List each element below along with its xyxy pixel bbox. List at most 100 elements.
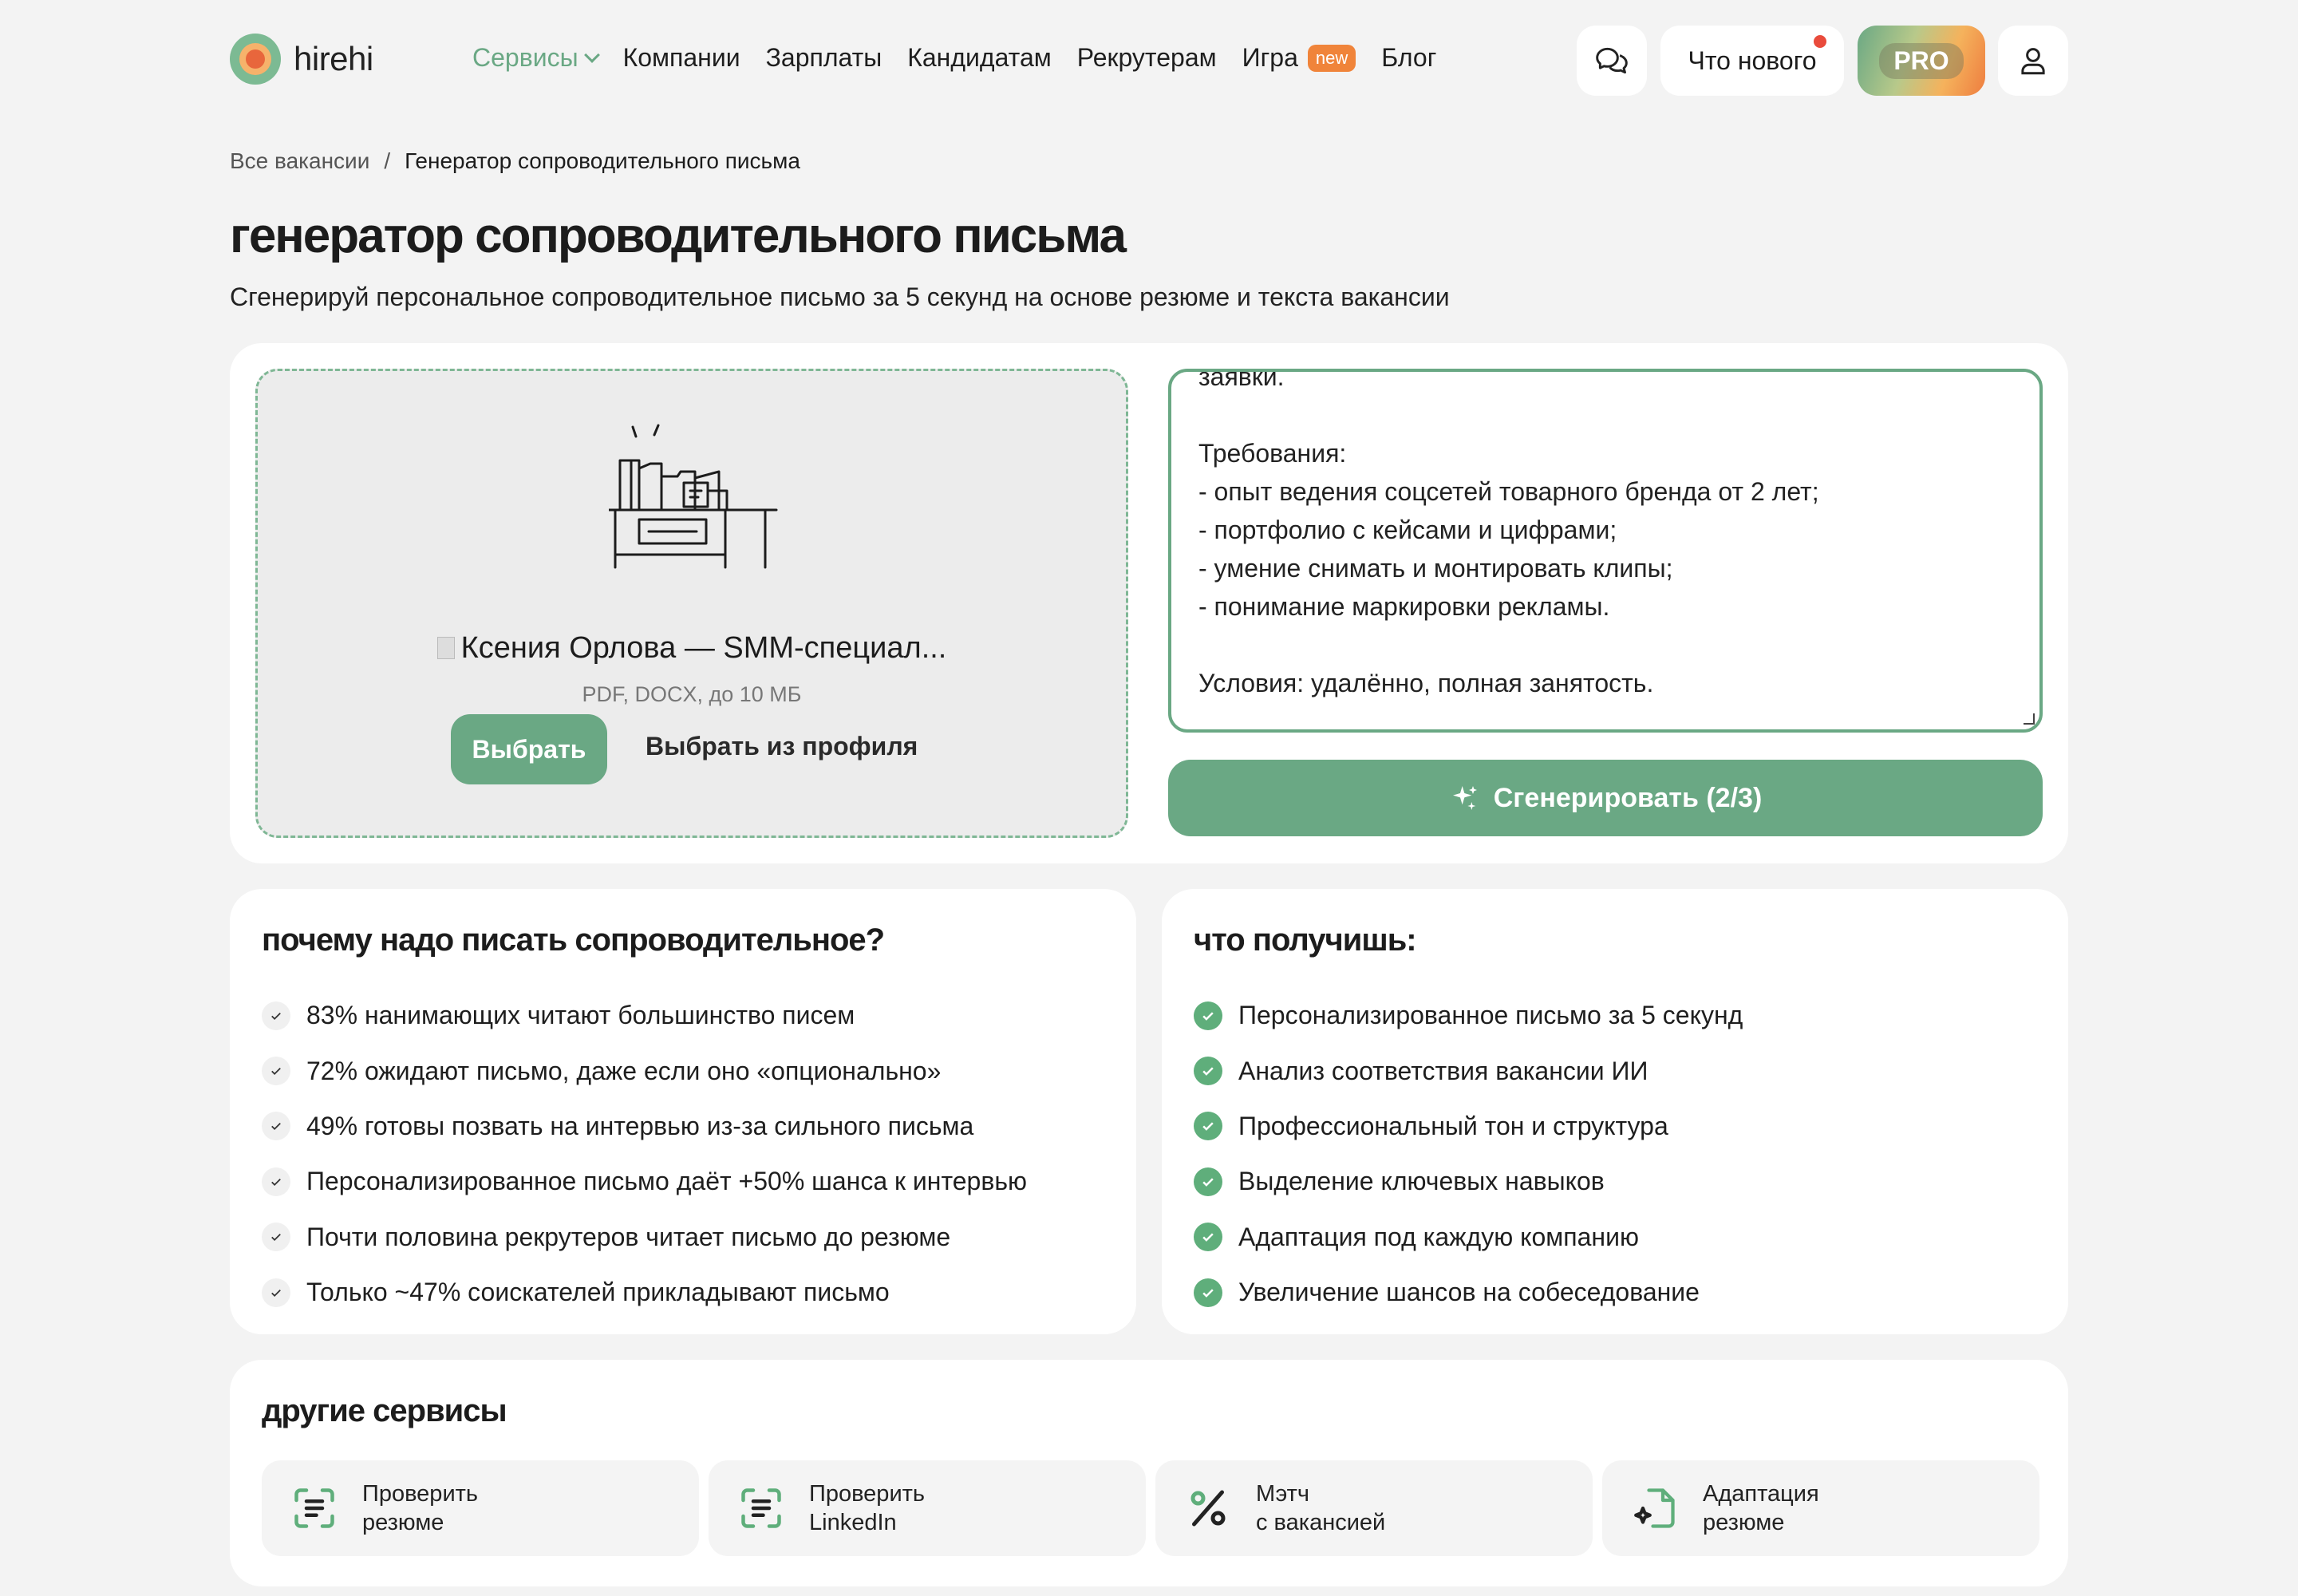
nav-services[interactable]: Сервисы: [472, 43, 600, 73]
file-icon: [436, 637, 455, 659]
list-item: Профессиональный тон и структура: [1194, 1099, 1743, 1154]
benefit-item-text: Персонализированное письмо за 5 секунд: [1238, 1001, 1743, 1030]
service-label-line2: LinkedIn: [809, 1510, 897, 1535]
page-title: генератор сопроводительного письма: [230, 208, 1127, 263]
service-label-line2: резюме: [1703, 1510, 1785, 1535]
scan-doc-icon: [294, 1488, 334, 1528]
list-item: Увеличение шансов на собеседование: [1194, 1265, 1743, 1320]
benefits-card: что получишь: Персонализированное письмо…: [1162, 889, 2068, 1334]
check-icon: [262, 1001, 290, 1030]
why-item-text: 49% готовы позвать на интервью из-за сил…: [306, 1111, 974, 1140]
file-name-label: Ксения Орлова — SMM-специал...: [460, 631, 947, 665]
why-title: почему надо писать сопроводительное?: [262, 922, 885, 958]
service-label-line1: Мэтч: [1256, 1481, 1310, 1507]
resize-handle[interactable]: [2024, 713, 2035, 725]
list-item: Адаптация под каждую компанию: [1194, 1210, 1743, 1265]
check-icon: [262, 1112, 290, 1141]
logo-text: hirehi: [294, 40, 373, 77]
benefits-title: что получишь:: [1194, 922, 1417, 958]
service-check-linkedin[interactable]: Проверить LinkedIn: [709, 1460, 1146, 1556]
why-item-text: Персонализированное письмо даёт +50% шан…: [306, 1167, 1027, 1196]
nav-salaries[interactable]: Зарплаты: [766, 43, 882, 73]
doc-sparkle-icon: [1634, 1488, 1675, 1528]
page-subtitle: Сгенерируй персональное сопроводительное…: [230, 282, 1450, 311]
service-check-resume[interactable]: Проверить резюме: [262, 1460, 699, 1556]
list-item: 72% ожидают письмо, даже если оно «опцио…: [262, 1043, 1027, 1098]
new-badge: new: [1307, 44, 1356, 72]
list-item: Анализ соответствия вакансии ИИ: [1194, 1043, 1743, 1098]
service-label-line1: Проверить: [362, 1481, 479, 1507]
service-resume-adaptation[interactable]: Адаптация резюме: [1602, 1460, 2039, 1556]
choose-file-button[interactable]: Выбрать: [451, 714, 607, 784]
breadcrumb-current: Генератор сопроводительного письма: [405, 148, 800, 173]
breadcrumb-parent[interactable]: Все вакансии: [230, 148, 369, 174]
nav-candidates[interactable]: Кандидатам: [907, 43, 1052, 73]
why-list: 83% нанимающих читают большинство писем …: [262, 988, 1027, 1320]
nav-blog[interactable]: Блог: [1381, 43, 1436, 73]
scan-doc-icon: [741, 1488, 781, 1528]
service-vacancy-match[interactable]: Мэтч с вакансией: [1155, 1460, 1593, 1556]
why-item-text: Почти половина рекрутеров читает письмо …: [306, 1222, 951, 1251]
vacancy-text-input[interactable]: заявки. Требования: - опыт ведения соцсе…: [1168, 369, 2043, 733]
service-label-line1: Проверить: [809, 1481, 926, 1507]
why-item-text: 83% нанимающих читают большинство писем: [306, 1001, 855, 1030]
vacancy-text: заявки. Требования: - опыт ведения соцсе…: [1198, 369, 1819, 697]
check-icon: [262, 1057, 290, 1086]
nav-game[interactable]: Игра new: [1242, 43, 1356, 73]
notification-dot: [1814, 35, 1826, 48]
desk-illustration-icon: [609, 424, 778, 569]
benefit-item-text: Адаптация под каждую компанию: [1238, 1222, 1639, 1251]
list-item: 49% готовы позвать на интервью из-за сил…: [262, 1099, 1027, 1154]
why-card: почему надо писать сопроводительное? 83%…: [230, 889, 1136, 1334]
choose-from-profile-button[interactable]: Выбрать из профиля: [646, 732, 918, 761]
resume-dropzone[interactable]: Ксения Орлова — SMM-специал... PDF, DOCX…: [255, 369, 1128, 838]
why-item-text: Только ~47% соискателей прикладывают пис…: [306, 1278, 890, 1307]
logo-icon: [230, 34, 281, 85]
other-services-title: другие сервисы: [262, 1393, 507, 1428]
benefit-item-text: Профессиональный тон и структура: [1238, 1111, 1668, 1140]
whats-new-label: Что нового: [1688, 45, 1817, 75]
check-icon: [262, 1223, 290, 1252]
check-circle-icon: [1194, 1167, 1222, 1196]
benefits-list: Персонализированное письмо за 5 секунд А…: [1194, 988, 1743, 1320]
check-circle-icon: [1194, 1057, 1222, 1086]
whats-new-button[interactable]: Что нового: [1660, 26, 1844, 96]
profile-button[interactable]: [1998, 26, 2068, 96]
service-label-line1: Адаптация: [1703, 1481, 1819, 1507]
logo[interactable]: hirehi: [230, 34, 373, 85]
service-label-line2: резюме: [362, 1510, 444, 1535]
file-format-hint: PDF, DOCX, до 10 МБ: [582, 682, 802, 706]
other-services-card: другие сервисы Проверить резюме Проверить…: [230, 1360, 2068, 1586]
nav-recruiters[interactable]: Рекрутерам: [1077, 43, 1217, 73]
breadcrumb: Все вакансии / Генератор сопроводительно…: [230, 148, 800, 174]
nav-companies[interactable]: Компании: [623, 43, 740, 73]
nav-services-label: Сервисы: [472, 43, 578, 72]
list-item: Персонализированное письмо за 5 секунд: [1194, 988, 1743, 1043]
benefit-item-text: Увеличение шансов на собеседование: [1238, 1278, 1700, 1307]
generate-button[interactable]: Сгенерировать (2/3): [1168, 760, 2043, 836]
main-nav: Сервисы Компании Зарплаты Кандидатам Рек…: [472, 43, 1436, 73]
chat-bubbles-icon: [1596, 47, 1628, 74]
list-item: 83% нанимающих читают большинство писем: [262, 988, 1027, 1043]
check-circle-icon: [1194, 1278, 1222, 1307]
site-header: hirehi Сервисы Компании Зарплаты Кандида…: [230, 26, 2068, 96]
percent-icon: [1190, 1490, 1226, 1527]
generator-card: Ксения Орлова — SMM-специал... PDF, DOCX…: [230, 343, 2068, 863]
sparkles-icon: [1452, 786, 1477, 810]
selected-file: Ксения Орлова — SMM-специал...: [258, 631, 1126, 666]
list-item: Выделение ключевых навыков: [1194, 1154, 1743, 1209]
check-circle-icon: [1194, 1001, 1222, 1030]
check-icon: [262, 1278, 290, 1307]
check-circle-icon: [1194, 1223, 1222, 1252]
chat-button[interactable]: [1577, 26, 1647, 96]
services-list: Проверить резюме Проверить LinkedIn Мэтч с …: [262, 1460, 2039, 1556]
service-label-line2: с вакансией: [1256, 1510, 1386, 1535]
chevron-down-icon: [583, 46, 600, 63]
list-item: Персонализированное письмо даёт +50% шан…: [262, 1154, 1027, 1209]
list-item: Только ~47% соискателей прикладывают пис…: [262, 1265, 1027, 1320]
pro-button[interactable]: PRO: [1858, 26, 1985, 96]
list-item: Почти половина рекрутеров читает письмо …: [262, 1210, 1027, 1265]
check-circle-icon: [1194, 1112, 1222, 1141]
why-item-text: 72% ожидают письмо, даже если оно «опцио…: [306, 1056, 942, 1085]
generate-button-label: Сгенерировать (2/3): [1493, 782, 1763, 813]
